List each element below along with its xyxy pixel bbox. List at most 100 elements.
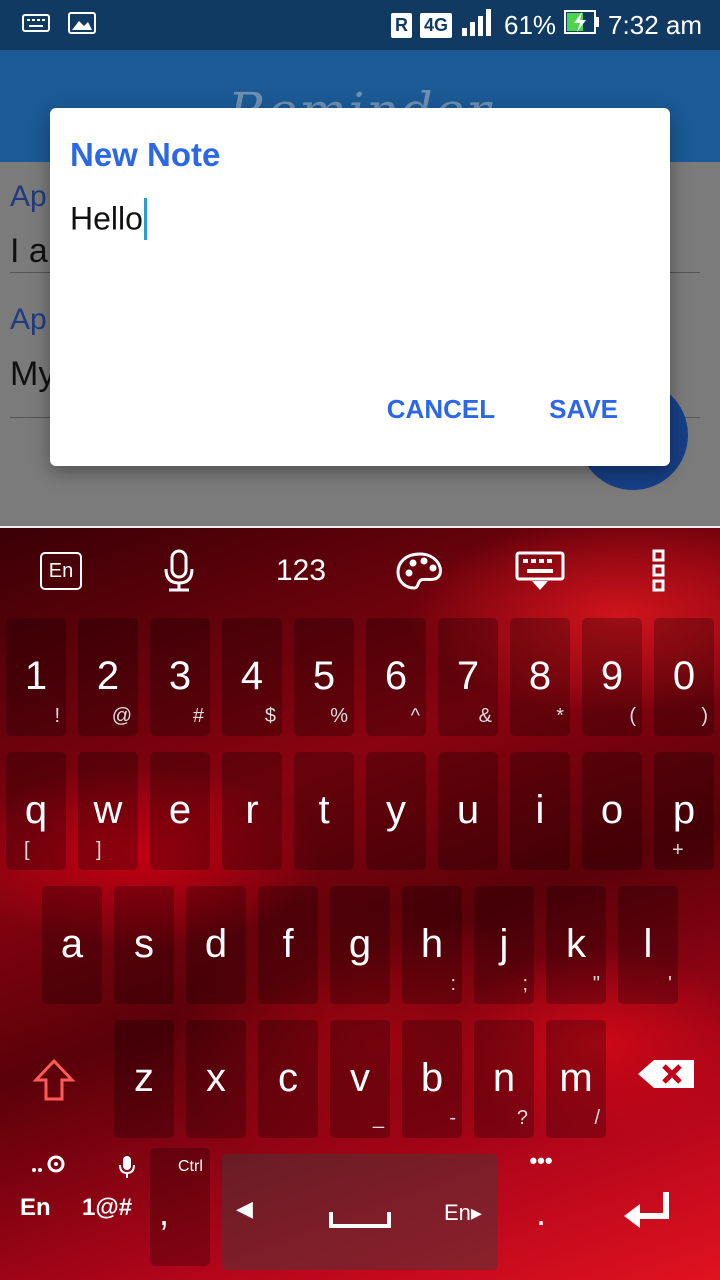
key-label: 0	[672, 654, 696, 698]
key-label: g	[348, 922, 372, 966]
backspace-key[interactable]	[622, 1020, 712, 1138]
key-b[interactable]: b-	[402, 1020, 462, 1138]
key-label: s	[134, 922, 154, 966]
key-secondary-label: [	[24, 839, 30, 861]
key-t[interactable]: t	[294, 752, 354, 870]
key-u[interactable]: u	[438, 752, 498, 870]
key-0[interactable]: 0)	[654, 618, 714, 736]
more-options-icon[interactable]	[644, 548, 674, 594]
key-secondary-label: /	[594, 1107, 600, 1129]
key-2[interactable]: 2 @	[78, 618, 138, 736]
key-w[interactable]: w]	[78, 752, 138, 870]
key-label: 2	[96, 654, 120, 698]
key-label: k	[566, 922, 586, 966]
key-6[interactable]: 6 ^	[366, 618, 426, 736]
key-n[interactable]: n?	[474, 1020, 534, 1138]
comma-key[interactable]: Ctrl ,	[150, 1148, 210, 1266]
key-a[interactable]: a	[42, 886, 102, 1004]
battery-percent: 61%	[504, 10, 557, 40]
key-p[interactable]: p +	[654, 752, 714, 870]
key-x[interactable]: x	[186, 1020, 246, 1138]
key-g[interactable]: g	[330, 886, 390, 1004]
key-r[interactable]: r	[222, 752, 282, 870]
key-label: f	[282, 922, 294, 966]
key-d[interactable]: d	[186, 886, 246, 1004]
symbols-key[interactable]: 1@#	[78, 1148, 144, 1266]
key-label: e	[168, 788, 192, 832]
key-secondary-label: @	[111, 705, 132, 727]
key-label: q	[24, 788, 48, 832]
soft-keyboard: En 123 En 1@# Ctrl , ◀ En▸ ••• . 1 ! 2 @…	[0, 526, 720, 1280]
microphone-icon[interactable]	[156, 548, 202, 594]
key-c[interactable]: c	[258, 1020, 318, 1138]
key-label: i	[535, 788, 545, 832]
key-label: 9	[600, 654, 624, 698]
space-icon	[328, 1206, 392, 1235]
key-s[interactable]: s	[114, 886, 174, 1004]
cancel-button[interactable]: CANCEL	[387, 394, 495, 425]
key-7[interactable]: 7 &	[438, 618, 498, 736]
key-m[interactable]: m /	[546, 1020, 606, 1138]
key-3[interactable]: 3 #	[150, 618, 210, 736]
key-1[interactable]: 1!	[6, 618, 66, 736]
key-secondary-label: ;	[522, 973, 528, 995]
language-label: En	[40, 552, 82, 590]
key-y[interactable]: y	[366, 752, 426, 870]
key-v[interactable]: v _	[330, 1020, 390, 1138]
list-item-text: My	[10, 355, 56, 393]
enter-key[interactable]	[612, 1148, 692, 1266]
numbers-button[interactable]: 123	[268, 548, 334, 594]
key-label: l	[643, 922, 653, 966]
key-label: z	[134, 1056, 154, 1100]
symbols-key-label: 1@#	[82, 1194, 133, 1221]
key-e[interactable]: e	[150, 752, 210, 870]
key-label: p	[672, 788, 696, 832]
save-button[interactable]: SAVE	[549, 394, 618, 425]
settings-language-key[interactable]: En	[12, 1148, 65, 1266]
mic-small-icon	[118, 1154, 136, 1185]
key-l[interactable]: l '	[618, 886, 678, 1004]
key-label: v	[350, 1056, 370, 1100]
key-h[interactable]: h:	[402, 886, 462, 1004]
keyboard-toolbar: En 123	[0, 548, 720, 598]
signal-icon	[460, 8, 496, 43]
gallery-notification-icon	[68, 12, 96, 39]
language-key-label: En	[20, 1194, 51, 1221]
key-f[interactable]: f	[258, 886, 318, 1004]
key-i[interactable]: i	[510, 752, 570, 870]
key-secondary-label: '	[668, 973, 672, 995]
key-o[interactable]: o	[582, 752, 642, 870]
cursor-left-icon: ◀	[236, 1196, 253, 1221]
key-secondary-label: !	[54, 705, 60, 727]
shift-arrow-icon	[32, 1058, 76, 1107]
key-label: x	[206, 1056, 226, 1100]
key-q[interactable]: q[	[6, 752, 66, 870]
key-secondary-label: *	[556, 705, 564, 727]
key-4[interactable]: 4 $	[222, 618, 282, 736]
list-item-text: I a	[10, 232, 48, 270]
keyboard-divider	[0, 526, 720, 528]
key-8[interactable]: 8 *	[510, 618, 570, 736]
period-key[interactable]: ••• .	[508, 1148, 574, 1266]
key-5[interactable]: 5%	[294, 618, 354, 736]
note-input-value: Hello	[70, 200, 143, 237]
language-button[interactable]: En	[38, 548, 84, 594]
key-label: 8	[528, 654, 552, 698]
theme-palette-icon[interactable]	[392, 548, 448, 594]
clock: 7:32 am	[608, 10, 702, 40]
key-z[interactable]: z	[114, 1020, 174, 1138]
note-input[interactable]: Hello	[70, 198, 147, 242]
key-label: y	[386, 788, 406, 832]
space-key[interactable]: ◀ En▸	[222, 1154, 498, 1270]
list-item-date: Ap	[10, 180, 47, 213]
dialog-title: New Note	[70, 136, 221, 173]
shift-key[interactable]	[10, 1020, 100, 1138]
key-j[interactable]: j;	[474, 886, 534, 1004]
hide-keyboard-icon[interactable]	[514, 548, 566, 594]
key-secondary-label: _	[372, 1107, 384, 1129]
key-k[interactable]: k "	[546, 886, 606, 1004]
key-secondary-label: -	[449, 1107, 456, 1129]
key-9[interactable]: 9(	[582, 618, 642, 736]
text-caret	[143, 198, 147, 240]
key-label: t	[318, 788, 330, 832]
